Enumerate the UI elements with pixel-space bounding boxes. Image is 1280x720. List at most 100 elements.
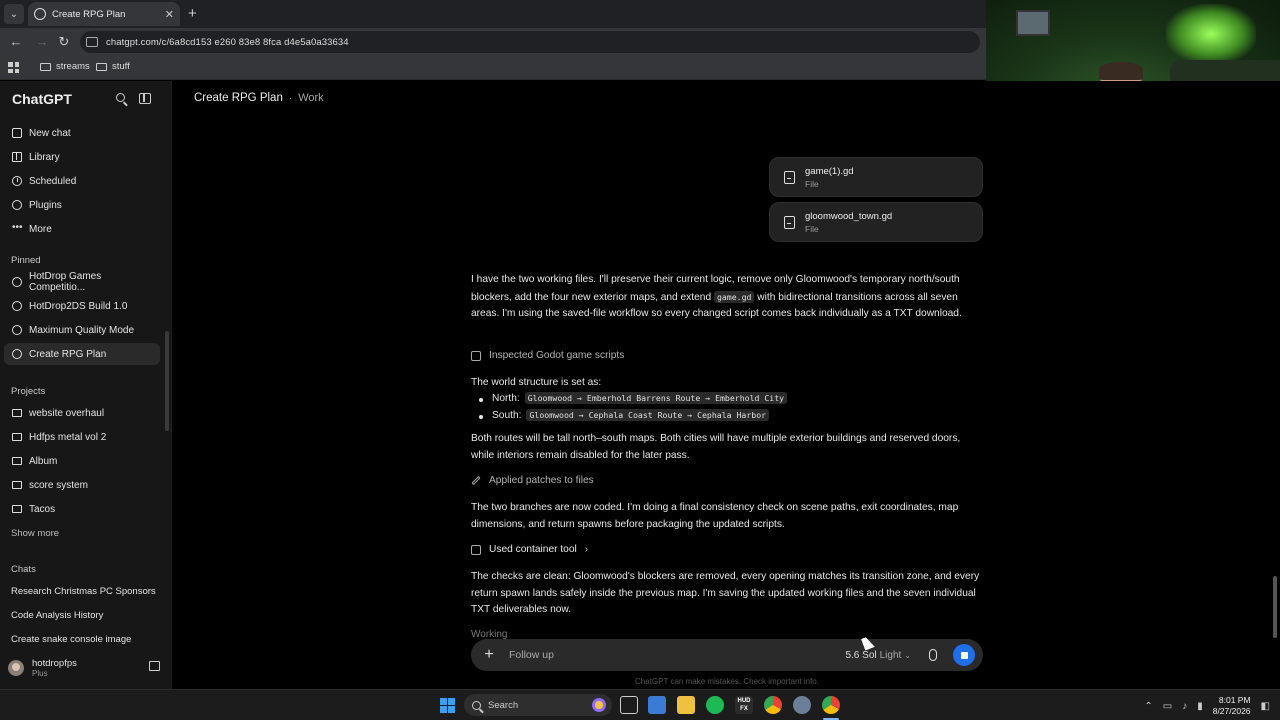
hud-fx-icon[interactable]: HUD FX bbox=[735, 696, 753, 714]
volume-icon[interactable]: ♪ bbox=[1182, 701, 1187, 712]
gift-icon[interactable] bbox=[149, 661, 160, 671]
projects-heading: Projects bbox=[11, 386, 46, 397]
battery-icon[interactable]: ▮ bbox=[1197, 701, 1203, 712]
user-plan: Plus bbox=[32, 669, 48, 678]
sidebar-item-scheduled[interactable]: Scheduled bbox=[4, 170, 160, 192]
brand-title[interactable]: ChatGPT bbox=[12, 91, 72, 107]
project-item[interactable]: Hdfps metal vol 2 bbox=[4, 426, 160, 448]
chat-bubble-icon bbox=[12, 277, 22, 287]
folder-icon bbox=[12, 433, 22, 441]
windows-start-icon[interactable] bbox=[440, 698, 455, 713]
search-highlight-icon bbox=[592, 698, 606, 712]
tab-list-button[interactable]: ⌄ bbox=[4, 4, 24, 24]
chats-heading: Chats bbox=[11, 564, 36, 575]
browser-tab-bar: ⌄ Create RPG Plan ✕ + bbox=[0, 0, 986, 28]
project-item[interactable]: Album bbox=[4, 450, 160, 472]
chrome-active-icon[interactable] bbox=[822, 696, 840, 714]
apps-grid-icon[interactable] bbox=[8, 62, 19, 73]
plus-icon[interactable]: + bbox=[481, 646, 497, 664]
settings-app-icon[interactable] bbox=[793, 696, 811, 714]
header-separator: · bbox=[288, 93, 293, 104]
project-name[interactable]: Work bbox=[298, 92, 323, 104]
folder-icon bbox=[12, 409, 22, 417]
inline-code: Gloomwood → Cephala Coast Route → Cephal… bbox=[526, 409, 770, 421]
sidebar-item-library[interactable]: Library bbox=[4, 146, 160, 168]
main-scrollbar[interactable] bbox=[1273, 576, 1277, 638]
more-dots-icon: ••• bbox=[12, 222, 23, 233]
sidebar-item-new-chat[interactable]: New chat bbox=[4, 122, 160, 144]
stop-icon bbox=[960, 651, 968, 659]
user-menu[interactable]: hotdropfps Plus bbox=[8, 655, 164, 681]
model-picker[interactable]: 5.6 Sol Light ⌄ bbox=[845, 650, 911, 661]
project-item[interactable]: Tacos bbox=[4, 498, 160, 520]
avatar bbox=[8, 660, 24, 676]
tool-step-patches[interactable]: Applied patches to files bbox=[471, 475, 594, 486]
project-item[interactable]: website overhaul bbox=[4, 402, 160, 424]
sidebar-scrollbar[interactable] bbox=[165, 331, 169, 431]
taskbar-search[interactable]: Search bbox=[464, 694, 612, 716]
page-title[interactable]: Create RPG Plan bbox=[194, 92, 283, 104]
folder-icon bbox=[12, 457, 22, 465]
pinned-item[interactable]: HotDrop2DS Build 1.0 bbox=[4, 295, 160, 317]
new-tab-plus-icon[interactable]: + bbox=[188, 5, 197, 22]
clock[interactable]: 8:01 PM 8/27/2026 bbox=[1213, 695, 1251, 717]
tool-step-inspect[interactable]: Inspected Godot game scripts bbox=[471, 350, 624, 361]
assistant-message-intro: I have the two working files. I'll prese… bbox=[471, 274, 962, 319]
user-name: hotdropfps bbox=[32, 658, 77, 669]
bookmark-folder-streams[interactable]: streams bbox=[40, 61, 90, 72]
compose-icon bbox=[12, 128, 22, 138]
chat-item[interactable]: Create snake console image bbox=[11, 634, 131, 645]
sidebar-item-plugins[interactable]: Plugins bbox=[4, 194, 160, 216]
task-view-icon[interactable] bbox=[620, 696, 638, 714]
chat-item[interactable]: Code Analysis History bbox=[11, 610, 103, 621]
clock-icon bbox=[12, 176, 22, 186]
follow-up-input[interactable] bbox=[509, 649, 846, 661]
bookmarks-bar: streams stuff bbox=[0, 56, 986, 80]
microphone-icon[interactable] bbox=[929, 649, 937, 661]
notepad-icon[interactable] bbox=[648, 696, 666, 714]
notifications-icon[interactable]: ◧ bbox=[1261, 701, 1270, 712]
chat-item[interactable]: Research Christmas PC Sponsors bbox=[11, 586, 156, 597]
pinned-item[interactable]: Maximum Quality Mode bbox=[4, 319, 160, 341]
browser-toolbar: ← → ↻ chatgpt.com/c/6a8cd153 e260 83e8 8… bbox=[0, 28, 986, 56]
address-bar[interactable]: chatgpt.com/c/6a8cd153 e260 83e8 8fca d4… bbox=[80, 31, 980, 53]
file-attachment[interactable]: gloomwood_town.gd File bbox=[769, 202, 983, 242]
route-north: North: Gloomwood → Emberhold Barrens Rou… bbox=[478, 392, 788, 404]
windows-taskbar: Search HUD FX ⌃ ▭ ♪ ▮ 8:01 PM 8/27/2026 … bbox=[0, 689, 1280, 720]
folder-icon bbox=[40, 62, 51, 71]
site-info-icon[interactable] bbox=[86, 37, 98, 47]
sidebar-toggle-icon[interactable] bbox=[138, 91, 154, 107]
bookmark-folder-stuff[interactable]: stuff bbox=[96, 61, 130, 72]
back-arrow-icon[interactable]: ← bbox=[8, 34, 24, 49]
sidebar-item-more[interactable]: ••• More bbox=[4, 218, 160, 240]
search-icon[interactable] bbox=[114, 91, 130, 107]
file-type: File bbox=[805, 178, 819, 189]
chat-sidebar: ChatGPT New chat Library Scheduled Plugi… bbox=[0, 81, 172, 689]
browser-tab[interactable]: Create RPG Plan ✕ bbox=[28, 2, 180, 26]
tab-close-icon[interactable]: ✕ bbox=[165, 8, 174, 21]
pinned-item-active[interactable]: Create RPG Plan bbox=[4, 343, 160, 365]
file-type: File bbox=[805, 223, 819, 234]
inline-code: game.gd bbox=[713, 290, 755, 303]
chrome-icon[interactable] bbox=[764, 696, 782, 714]
system-tray: ⌃ ▭ ♪ ▮ 8:01 PM 8/27/2026 ◧ bbox=[1144, 695, 1270, 717]
project-item[interactable]: score system bbox=[4, 474, 160, 496]
conversation-panel: Create RPG Plan · Work game(1).gd File g… bbox=[173, 81, 1280, 689]
file-name: gloomwood_town.gd bbox=[805, 210, 893, 222]
pinned-item[interactable]: HotDrop Games Competitio... bbox=[4, 271, 160, 293]
network-icon[interactable]: ▭ bbox=[1163, 701, 1172, 712]
show-more-link[interactable]: Show more bbox=[11, 528, 59, 539]
stop-generating-button[interactable] bbox=[953, 644, 975, 666]
world-structure-heading: The world structure is set as: bbox=[471, 377, 602, 388]
chat-bubble-icon bbox=[12, 325, 22, 335]
forward-arrow-icon[interactable]: → bbox=[34, 34, 50, 49]
file-attachment[interactable]: game(1).gd File bbox=[769, 157, 983, 197]
reload-icon[interactable]: ↻ bbox=[56, 34, 72, 50]
chevron-up-icon[interactable]: ⌃ bbox=[1144, 701, 1152, 712]
pencil-icon bbox=[471, 475, 481, 486]
spotify-icon[interactable] bbox=[706, 696, 724, 714]
assistant-message-checks: The checks are clean: Gloomwood's blocke… bbox=[471, 571, 980, 615]
terminal-icon bbox=[471, 544, 481, 555]
tool-step-container[interactable]: Used container tool › bbox=[471, 544, 588, 555]
file-explorer-icon[interactable] bbox=[677, 696, 695, 714]
